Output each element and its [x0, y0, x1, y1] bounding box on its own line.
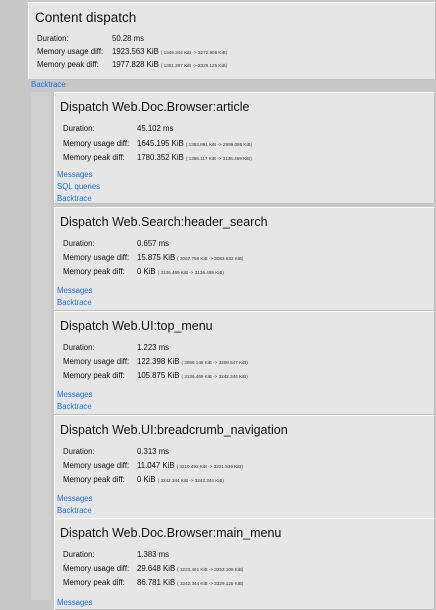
sql-queries-link[interactable]: SQL queries [57, 182, 100, 191]
memory-peak-label: Memory peak diff: [63, 267, 125, 276]
messages-link[interactable]: Messages [57, 598, 93, 607]
backtrace-link[interactable]: Backtrace [57, 506, 92, 515]
memory-peak-value: 105.875 KiB( 3136.469 KiB -> 3242.344 Ki… [137, 371, 248, 380]
content-dispatch-panel: Content dispatch Duration: 50.28 ms Memo… [28, 2, 436, 80]
memory-peak-label: Memory peak diff: [63, 578, 125, 587]
messages-link[interactable]: Messages [57, 494, 93, 503]
messages-link[interactable]: Messages [57, 170, 93, 179]
memory-usage-diff: 1923.563 KiB [112, 47, 159, 56]
memory-peak-detail: ( 3136.469 KiB -> 3136.469 KiB) [157, 270, 224, 275]
memory-usage-diff: 11.047 KiB [137, 461, 175, 470]
memory-usage-label: Memory usage diff: [63, 139, 130, 148]
duration-value: 0.313 ms [137, 447, 170, 456]
memory-usage-detail: ( 3086.148 KiB -> 3208.547 KiB) [181, 360, 248, 365]
dispatch-panel: Dispatch Web.UI:breadcrumb_navigation Du… [54, 415, 435, 519]
memory-peak-label: Memory peak diff: [63, 371, 125, 380]
dispatch-title: Dispatch Web.Doc.Browser:main_menu [60, 526, 282, 540]
memory-usage-label: Memory usage diff: [63, 564, 130, 573]
duration-label: Duration: [63, 239, 95, 248]
backtrace-link[interactable]: Backtrace [31, 80, 66, 89]
memory-usage-detail: ( 3223.461 KiB -> 3253.109 KiB) [177, 567, 244, 572]
memory-peak-value: 86.781 KiB( 3242.344 KiB -> 3329.125 KiB… [137, 578, 243, 587]
memory-usage-value: 15.875 KiB( 3067.758 KiB -> 3083.633 KiB… [137, 253, 243, 262]
memory-peak-diff: 0 KiB [137, 267, 156, 276]
dispatch-title: Dispatch Web.Search:header_search [60, 215, 268, 229]
memory-usage-detail: ( 3067.758 KiB -> 3083.633 KiB) [177, 256, 244, 261]
memory-usage-value: 1923.563 KiB( 1349.344 KiB -> 3272.906 K… [112, 47, 227, 56]
memory-peak-diff: 1780.352 KiB [137, 153, 184, 162]
memory-usage-detail: ( 1353.891 KiB -> 2999.086 KiB) [185, 142, 253, 147]
dispatch-title: Dispatch Web.Doc.Browser:article [60, 100, 250, 114]
memory-usage-detail: ( 3210.492 KiB -> 3221.539 KiB) [176, 464, 243, 469]
dispatch-title: Dispatch Web.UI:top_menu [60, 319, 213, 333]
memory-peak-label: Memory peak diff: [37, 60, 99, 69]
memory-peak-value: 0 KiB( 3136.469 KiB -> 3136.469 KiB) [137, 267, 224, 276]
duration-value: 1.383 ms [137, 550, 170, 559]
memory-peak-detail: ( 3136.469 KiB -> 3242.344 KiB) [181, 374, 248, 379]
memory-usage-label: Memory usage diff: [37, 47, 104, 56]
memory-peak-diff: 1977.828 KiB [112, 60, 159, 69]
dispatch-panel: Dispatch Web.Doc.Browser:article Duratio… [54, 92, 435, 204]
duration-label: Duration: [63, 124, 95, 133]
memory-peak-label: Memory peak diff: [63, 153, 125, 162]
duration-value: 1.223 ms [137, 343, 170, 352]
memory-peak-detail: ( 3242.344 KiB -> 3242.344 KiB) [157, 478, 224, 483]
backtrace-link[interactable]: Backtrace [57, 402, 92, 411]
backtrace-link[interactable]: Backtrace [57, 194, 92, 203]
memory-peak-detail: ( 3242.344 KiB -> 3329.125 KiB) [177, 581, 244, 586]
memory-usage-diff: 122.398 KiB [137, 357, 180, 366]
memory-usage-diff: 1645.195 KiB [137, 139, 184, 148]
dispatch-title: Dispatch Web.UI:breadcrumb_navigation [60, 423, 288, 437]
memory-peak-label: Memory peak diff: [63, 475, 125, 484]
memory-peak-value: 0 KiB( 3242.344 KiB -> 3242.344 KiB) [137, 475, 224, 484]
memory-usage-diff: 15.875 KiB [137, 253, 176, 262]
memory-usage-value: 11.047 KiB( 3210.492 KiB -> 3221.539 KiB… [137, 461, 243, 470]
memory-peak-diff: 0 KiB [137, 475, 156, 484]
memory-usage-value: 1645.195 KiB( 1353.891 KiB -> 2999.086 K… [137, 139, 252, 148]
dispatch-panel: Dispatch Web.Doc.Browser:main_menu Durat… [54, 518, 435, 610]
memory-usage-label: Memory usage diff: [63, 461, 130, 470]
memory-peak-value: 1977.828 KiB( 1351.297 KiB -> 3329.125 K… [112, 60, 227, 69]
duration-value: 50.28 ms [112, 34, 145, 43]
memory-peak-value: 1780.352 KiB( 1356.117 KiB -> 3136.469 K… [137, 153, 252, 162]
memory-peak-diff: 86.781 KiB [137, 578, 176, 587]
memory-usage-value: 29.648 KiB( 3223.461 KiB -> 3253.109 KiB… [137, 564, 243, 573]
content-dispatch-title: Content dispatch [35, 10, 137, 25]
nesting-indent-bar [31, 92, 51, 600]
duration-value: 45.102 ms [137, 124, 174, 133]
dispatch-panel: Dispatch Web.UI:top_menu Duration: 1.223… [54, 311, 435, 415]
memory-usage-label: Memory usage diff: [63, 357, 130, 366]
memory-peak-detail: ( 1351.297 KiB -> 3329.125 KiB) [160, 63, 228, 68]
duration-label: Duration: [37, 34, 69, 43]
messages-link[interactable]: Messages [57, 286, 93, 295]
memory-peak-diff: 105.875 KiB [137, 371, 180, 380]
memory-usage-detail: ( 1349.344 KiB -> 3272.906 KiB) [160, 50, 228, 55]
memory-peak-detail: ( 1356.117 KiB -> 3136.469 KiB) [185, 156, 252, 161]
backtrace-link[interactable]: Backtrace [57, 298, 92, 307]
memory-usage-diff: 29.648 KiB [137, 564, 176, 573]
duration-label: Duration: [63, 343, 95, 352]
duration-value: 0.657 ms [137, 239, 170, 248]
memory-usage-value: 122.398 KiB( 3086.148 KiB -> 3208.547 Ki… [137, 357, 248, 366]
dispatch-panel: Dispatch Web.Search:header_search Durati… [54, 207, 435, 311]
duration-label: Duration: [63, 550, 95, 559]
duration-label: Duration: [63, 447, 95, 456]
memory-usage-label: Memory usage diff: [63, 253, 130, 262]
messages-link[interactable]: Messages [57, 390, 93, 399]
